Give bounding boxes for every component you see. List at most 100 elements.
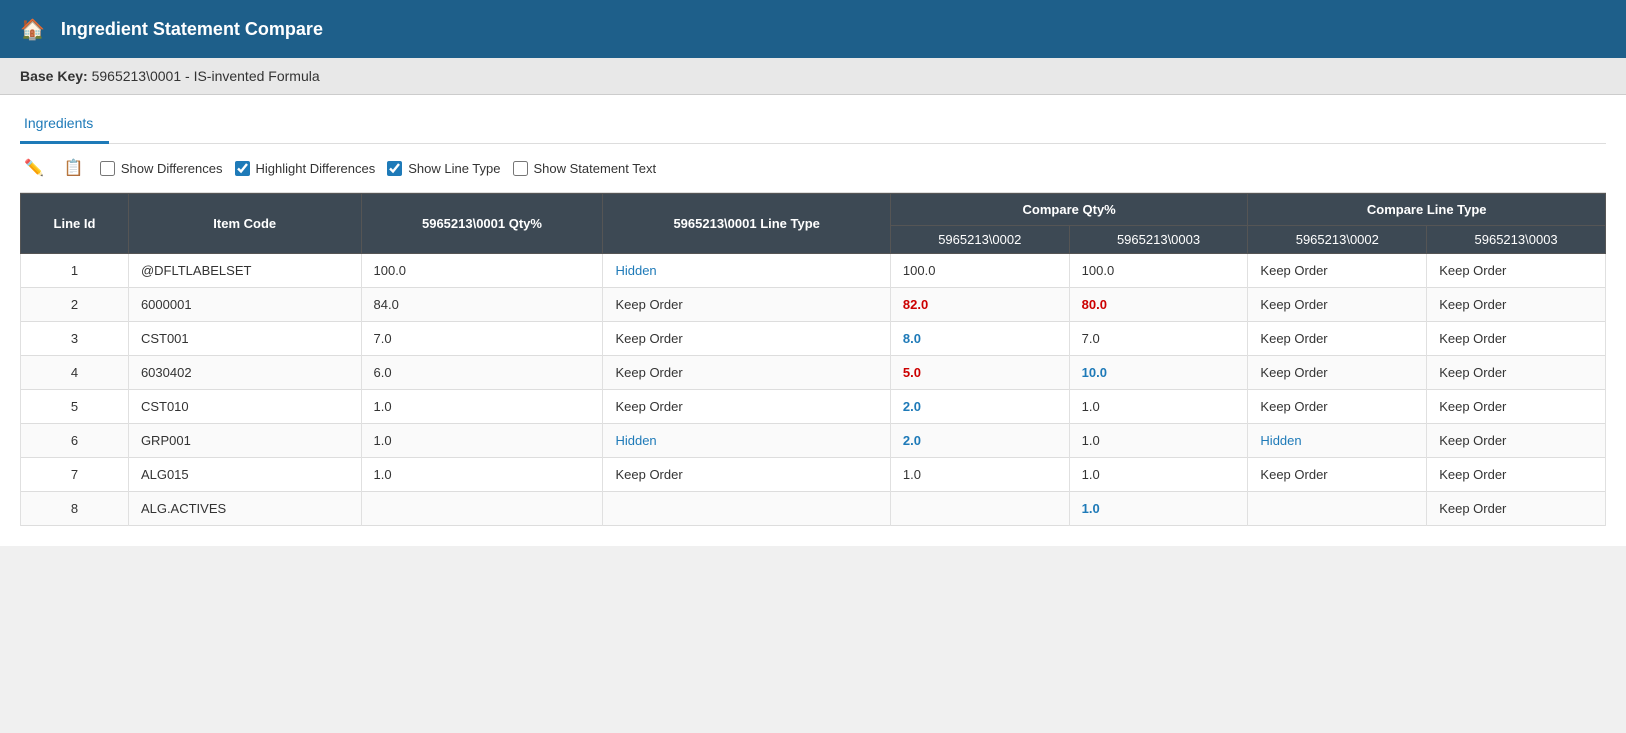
highlight-differences-checkbox-label[interactable]: Highlight Differences	[235, 161, 376, 176]
cell-compare-lt-1: Keep Order	[1427, 390, 1606, 424]
cell-line-type: Keep Order	[603, 322, 890, 356]
table-row: 3CST0017.0Keep Order8.07.0Keep OrderKeep…	[21, 322, 1606, 356]
cell-compare-qty-1: 7.0	[1069, 322, 1248, 356]
col-line-type-base: 5965213\0001 Line Type	[603, 194, 890, 254]
show-differences-checkbox[interactable]	[100, 161, 115, 176]
base-key-label: Base Key:	[20, 68, 88, 84]
col-compare-qty-0003: 5965213\0003	[1069, 226, 1248, 254]
cell-line-type: Keep Order	[603, 458, 890, 492]
cell-line-id: 6	[21, 424, 129, 458]
highlight-differences-label: Highlight Differences	[256, 161, 376, 176]
highlight-differences-checkbox[interactable]	[235, 161, 250, 176]
col-compare-lt-0002: 5965213\0002	[1248, 226, 1427, 254]
tabs-container: Ingredients	[20, 95, 1606, 144]
cell-line-type: Hidden	[603, 424, 890, 458]
cell-item-code: GRP001	[128, 424, 361, 458]
cell-line-id: 5	[21, 390, 129, 424]
show-line-type-checkbox-label[interactable]: Show Line Type	[387, 161, 500, 176]
cell-line-type: Keep Order	[603, 390, 890, 424]
cell-compare-lt-0: Keep Order	[1248, 390, 1427, 424]
cell-compare-qty-0: 100.0	[890, 254, 1069, 288]
cell-line-type: Keep Order	[603, 288, 890, 322]
base-key-value: 5965213\0001 - IS-invented Formula	[92, 68, 320, 84]
show-differences-label: Show Differences	[121, 161, 223, 176]
cell-item-code: ALG015	[128, 458, 361, 492]
cell-compare-lt-0: Keep Order	[1248, 322, 1427, 356]
cell-compare-lt-0: Keep Order	[1248, 458, 1427, 492]
cell-compare-lt-0: Hidden	[1248, 424, 1427, 458]
copy-icon[interactable]: 📋	[60, 156, 88, 180]
cell-qty-pct: 6.0	[361, 356, 603, 390]
table-row: 8ALG.ACTIVES 1.0 Keep Order	[21, 492, 1606, 526]
edit-icon[interactable]: ✏️	[20, 156, 48, 180]
cell-compare-qty-1: 80.0	[1069, 288, 1248, 322]
toolbar: ✏️ 📋 Show Differences Highlight Differen…	[20, 144, 1606, 193]
show-line-type-checkbox[interactable]	[387, 161, 402, 176]
cell-compare-qty-1: 1.0	[1069, 390, 1248, 424]
cell-compare-lt-0: Keep Order	[1248, 288, 1427, 322]
cell-compare-qty-1: 1.0	[1069, 492, 1248, 526]
cell-compare-lt-0: Keep Order	[1248, 254, 1427, 288]
cell-qty-pct	[361, 492, 603, 526]
cell-qty-pct: 1.0	[361, 458, 603, 492]
cell-line-id: 4	[21, 356, 129, 390]
table-row: 2600000184.0Keep Order82.080.0Keep Order…	[21, 288, 1606, 322]
cell-line-id: 7	[21, 458, 129, 492]
home-icon[interactable]: 🏠	[20, 17, 45, 42]
show-statement-text-checkbox[interactable]	[513, 161, 528, 176]
cell-compare-lt-1: Keep Order	[1427, 356, 1606, 390]
table-row: 6GRP0011.0Hidden2.01.0HiddenKeep Order	[21, 424, 1606, 458]
tab-ingredients[interactable]: Ingredients	[20, 107, 109, 144]
cell-compare-qty-0: 2.0	[890, 424, 1069, 458]
main-content: Ingredients ✏️ 📋 Show Differences Highli…	[0, 95, 1626, 546]
cell-qty-pct: 84.0	[361, 288, 603, 322]
cell-qty-pct: 100.0	[361, 254, 603, 288]
cell-compare-qty-1: 1.0	[1069, 424, 1248, 458]
cell-compare-qty-1: 1.0	[1069, 458, 1248, 492]
col-compare-qty-pct: Compare Qty%	[890, 194, 1248, 226]
app-header: 🏠 Ingredient Statement Compare	[0, 0, 1626, 58]
cell-compare-qty-0: 1.0	[890, 458, 1069, 492]
col-qty-pct-base: 5965213\0001 Qty%	[361, 194, 603, 254]
ingredients-table: Line Id Item Code 5965213\0001 Qty% 5965…	[20, 193, 1606, 526]
cell-compare-lt-1: Keep Order	[1427, 322, 1606, 356]
cell-compare-lt-1: Keep Order	[1427, 254, 1606, 288]
cell-item-code: CST001	[128, 322, 361, 356]
col-compare-line-type: Compare Line Type	[1248, 194, 1606, 226]
cell-compare-lt-1: Keep Order	[1427, 424, 1606, 458]
cell-compare-lt-1: Keep Order	[1427, 458, 1606, 492]
cell-line-type	[603, 492, 890, 526]
cell-item-code: 6000001	[128, 288, 361, 322]
cell-item-code: CST010	[128, 390, 361, 424]
cell-qty-pct: 1.0	[361, 424, 603, 458]
base-key-bar: Base Key: 5965213\0001 - IS-invented For…	[0, 58, 1626, 95]
cell-line-type: Hidden	[603, 254, 890, 288]
cell-item-code: 6030402	[128, 356, 361, 390]
cell-compare-qty-0: 8.0	[890, 322, 1069, 356]
cell-compare-lt-0	[1248, 492, 1427, 526]
table-wrapper: Line Id Item Code 5965213\0001 Qty% 5965…	[20, 193, 1606, 526]
cell-compare-qty-0	[890, 492, 1069, 526]
cell-compare-qty-1: 10.0	[1069, 356, 1248, 390]
table-row: 7ALG0151.0Keep Order1.01.0Keep OrderKeep…	[21, 458, 1606, 492]
cell-compare-qty-0: 5.0	[890, 356, 1069, 390]
cell-line-id: 1	[21, 254, 129, 288]
cell-qty-pct: 7.0	[361, 322, 603, 356]
col-item-code: Item Code	[128, 194, 361, 254]
cell-qty-pct: 1.0	[361, 390, 603, 424]
cell-compare-lt-0: Keep Order	[1248, 356, 1427, 390]
page-title: Ingredient Statement Compare	[61, 19, 323, 40]
cell-item-code: @DFLTLABELSET	[128, 254, 361, 288]
col-compare-qty-0002: 5965213\0002	[890, 226, 1069, 254]
cell-compare-qty-0: 2.0	[890, 390, 1069, 424]
cell-line-id: 8	[21, 492, 129, 526]
cell-line-type: Keep Order	[603, 356, 890, 390]
cell-line-id: 3	[21, 322, 129, 356]
show-differences-checkbox-label[interactable]: Show Differences	[100, 161, 223, 176]
show-statement-text-label: Show Statement Text	[534, 161, 657, 176]
cell-compare-lt-1: Keep Order	[1427, 492, 1606, 526]
cell-item-code: ALG.ACTIVES	[128, 492, 361, 526]
show-statement-text-checkbox-label[interactable]: Show Statement Text	[513, 161, 657, 176]
cell-compare-lt-1: Keep Order	[1427, 288, 1606, 322]
col-line-id: Line Id	[21, 194, 129, 254]
